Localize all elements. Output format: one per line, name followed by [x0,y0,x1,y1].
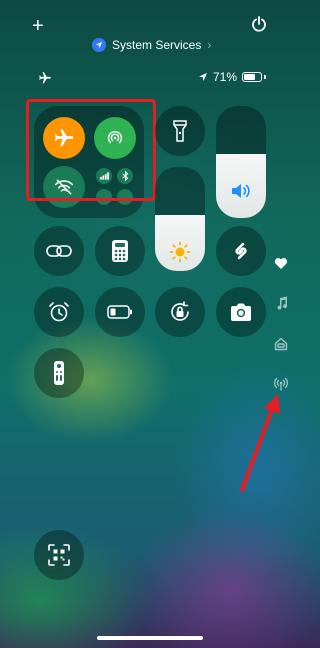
flashlight-icon [173,120,187,142]
remote-button[interactable] [34,348,84,398]
location-arrow-icon [92,38,106,52]
shazam-icon [235,242,247,260]
heart-icon [274,258,288,269]
alarm-icon [49,302,69,322]
qr-code-icon [48,544,70,566]
battery-percent: 71% [213,70,238,84]
highlight-box [26,99,156,201]
camera-button[interactable] [216,287,266,337]
brightness-slider[interactable] [155,167,205,271]
location-icon [199,73,207,81]
music-note-icon [277,296,288,310]
volume-slider[interactable] [216,106,266,218]
power-icon [252,16,266,32]
shazam-button[interactable] [216,226,266,276]
favorites-page-indicator[interactable] [274,257,288,275]
orientation-lock-button[interactable] [155,287,205,337]
flashlight-button[interactable] [155,106,205,156]
low-power-button[interactable] [95,287,145,337]
camera-icon [231,303,251,321]
status-right: 71% [198,70,267,84]
music-page-indicator[interactable] [276,296,288,315]
home-page-indicator[interactable] [274,337,288,356]
tv-remote-icon [54,361,64,385]
airplane-status-icon [38,71,52,90]
speaker-icon [232,184,250,198]
home-icon [274,337,288,351]
code-scanner-button[interactable] [34,530,84,580]
add-control-button[interactable]: + [32,16,44,36]
rotation-lock-icon [171,301,189,321]
system-services-label: System Services [112,38,202,52]
calculator-icon [112,240,128,262]
screen-mirroring-button[interactable] [34,226,84,276]
sun-icon [169,241,191,263]
alarm-button[interactable] [34,287,84,337]
calculator-button[interactable] [95,226,145,276]
screen-mirroring-icon [46,245,72,257]
home-indicator[interactable] [97,636,203,640]
chevron-right-icon: › [207,38,212,52]
battery-icon [107,305,132,319]
battery-icon [242,72,263,82]
antenna-icon [274,377,288,391]
annotation-arrow [240,394,280,492]
power-button[interactable] [252,16,266,37]
system-services-indicator[interactable]: System Services › [92,38,211,52]
